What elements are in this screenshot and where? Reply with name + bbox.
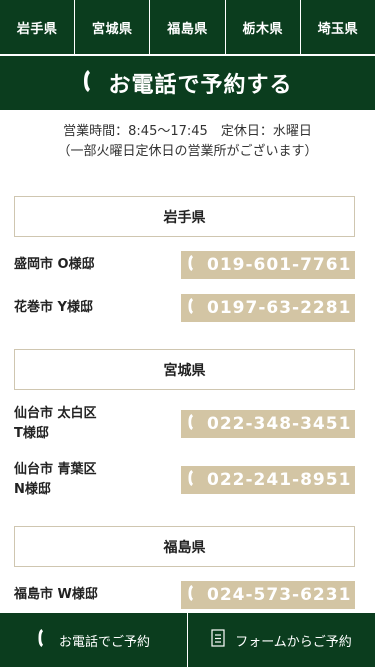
phone-button[interactable]: 024-573-6231	[181, 581, 355, 609]
list-item: 福島市 W様邸 024-573-6231	[14, 581, 355, 609]
office-label-line: 仙台市 青葉区	[14, 462, 97, 477]
office-label-line: T様邸	[14, 426, 49, 441]
list-item: 仙台市 青葉区 N様邸 022-241-8951	[14, 460, 355, 500]
phone-handset-icon	[187, 584, 199, 607]
prefecture-heading-miyagi: 宮城県	[14, 349, 355, 390]
phone-handset-icon	[187, 297, 199, 320]
list-item: 盛岡市 O様邸 019-601-7761	[14, 251, 355, 279]
tab-fukushima[interactable]: 福島県	[150, 0, 226, 54]
phone-handset-icon	[82, 69, 98, 97]
office-label-line: N様邸	[14, 482, 51, 497]
prefecture-tabs: 岩手県 宮城県 福島県 栃木県 埼玉県	[0, 0, 375, 54]
phone-number: 024-573-6231	[207, 585, 352, 605]
phone-number: 019-601-7761	[207, 255, 352, 275]
phone-handset-icon	[37, 628, 49, 652]
office-label-line: 仙台市 太白区	[14, 406, 97, 421]
phone-handset-icon	[187, 469, 199, 492]
phone-reservation-banner: お電話で予約する	[0, 56, 375, 110]
phone-number: 022-241-8951	[207, 470, 352, 490]
page-title: お電話で予約する	[108, 72, 293, 98]
tab-tochigi[interactable]: 栃木県	[225, 0, 301, 54]
office-label: 仙台市 太白区 T様邸	[14, 404, 97, 444]
phone-handset-icon	[187, 254, 199, 277]
phone-button[interactable]: 0197-63-2281	[181, 294, 355, 322]
prefecture-heading-iwate: 岩手県	[14, 196, 355, 237]
phone-button[interactable]: 022-241-8951	[181, 466, 355, 494]
call-reservation-button[interactable]: お電話でご予約	[0, 613, 188, 667]
hours-line: 営業時間：8:45〜17:45 定休日：水曜日	[63, 124, 312, 139]
office-label: 福島市 W様邸	[14, 587, 98, 602]
tab-saitama[interactable]: 埼玉県	[300, 0, 375, 54]
phone-button[interactable]: 022-348-3451	[181, 410, 355, 438]
phone-button[interactable]: 019-601-7761	[181, 251, 355, 279]
bottom-action-bar: お電話でご予約 フォームからご予約	[0, 613, 375, 667]
phone-number: 022-348-3451	[207, 414, 352, 434]
phone-handset-icon	[187, 413, 199, 436]
office-label: 盛岡市 O様邸	[14, 257, 95, 272]
call-reservation-label: お電話でご予約	[58, 634, 150, 650]
office-list: 岩手県 盛岡市 O様邸 019-601-7761 花巻市 Y様邸 0197-63…	[14, 196, 355, 609]
form-reservation-label: フォームからご予約	[235, 634, 352, 650]
office-label: 花巻市 Y様邸	[14, 300, 93, 315]
list-item: 仙台市 太白区 T様邸 022-348-3451	[14, 404, 355, 444]
list-item: 花巻市 Y様邸 0197-63-2281	[14, 294, 355, 322]
form-document-icon	[211, 629, 225, 651]
office-label: 仙台市 青葉区 N様邸	[14, 460, 97, 500]
form-reservation-button[interactable]: フォームからご予約	[188, 613, 375, 667]
business-hours: 営業時間：8:45〜17:45 定休日：水曜日 （一部火曜日定休日の営業所がござ…	[0, 122, 375, 162]
holiday-note: （一部火曜日定休日の営業所がございます）	[57, 144, 318, 159]
prefecture-heading-fukushima: 福島県	[14, 526, 355, 567]
tab-iwate[interactable]: 岩手県	[0, 0, 76, 54]
tab-miyagi[interactable]: 宮城県	[75, 0, 151, 54]
phone-number: 0197-63-2281	[207, 298, 352, 318]
